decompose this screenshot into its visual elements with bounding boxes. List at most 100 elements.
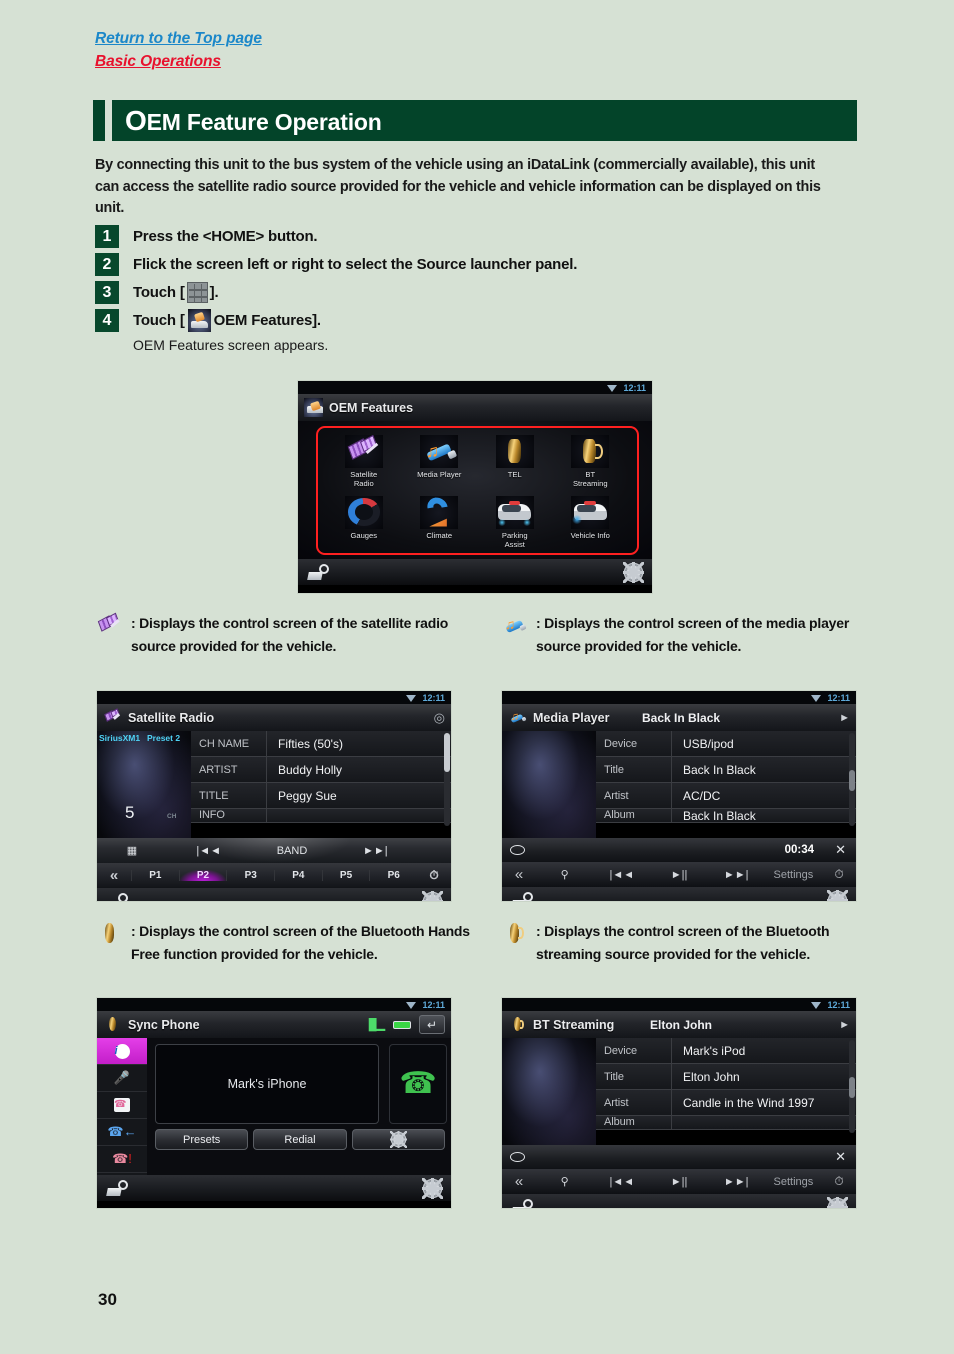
repeat-icon[interactable] xyxy=(510,845,525,855)
info-icon: i xyxy=(114,1043,130,1059)
settings-button[interactable]: Settings xyxy=(765,1176,822,1188)
oem-item-satellite-radio[interactable]: Satellite Radio xyxy=(326,432,402,493)
antenna-icon[interactable]: ◎ xyxy=(434,710,445,726)
screen-footer xyxy=(97,1175,451,1201)
screen-title: OEM Features xyxy=(329,400,414,415)
sidebar-item-incoming-call[interactable]: ☎← xyxy=(97,1119,147,1146)
scrollbar[interactable] xyxy=(444,733,450,826)
wifi-icon xyxy=(406,1001,417,1009)
intro-paragraph: By connecting this unit to the bus syste… xyxy=(95,157,821,216)
gear-icon[interactable] xyxy=(623,561,644,583)
preset-button-6[interactable]: P6 xyxy=(369,870,417,881)
call-button[interactable]: ☎ xyxy=(389,1044,447,1124)
table-row: ARTIST Buddy Holly xyxy=(191,757,451,783)
row-key: Album xyxy=(604,809,635,821)
antenna-icon[interactable]: ⏱ xyxy=(822,867,856,882)
preset-button-3[interactable]: P3 xyxy=(226,870,274,881)
play-pause-button[interactable]: ►|| xyxy=(650,869,707,881)
return-icon[interactable]: ↵ xyxy=(419,1015,445,1034)
row-key: TITLE xyxy=(199,789,229,802)
next-button[interactable]: ►►| xyxy=(708,869,765,881)
basic-operations-link[interactable]: Basic Operations xyxy=(95,53,262,71)
prev-button[interactable]: |◄◄ xyxy=(593,869,650,881)
redial-button[interactable]: Redial xyxy=(253,1129,347,1150)
antenna-icon[interactable]: ⏱ xyxy=(417,868,451,883)
step-4: 4 Touch [ OEM Features]. xyxy=(95,309,875,332)
search-icon[interactable]: ⚲ xyxy=(536,868,593,881)
oem-item-label: Media Player xyxy=(417,470,462,479)
source-list-icon[interactable] xyxy=(307,563,330,581)
description-bt-streaming: : Displays the control screen of the Blu… xyxy=(501,920,881,965)
satellite-radio-icon xyxy=(103,708,122,727)
next-button[interactable]: ►►| xyxy=(708,1176,765,1188)
prev-button[interactable]: |◄◄ xyxy=(593,1176,650,1188)
preset-button-1[interactable]: P1 xyxy=(131,870,179,881)
preset-label: Preset 2 xyxy=(147,733,181,743)
sidebar-item-dialpad[interactable]: ☎ xyxy=(97,1092,147,1119)
back-button[interactable]: « xyxy=(502,866,536,883)
status-bar: 12:11 xyxy=(502,998,856,1011)
step-1: 1 Press the <HOME> button. xyxy=(95,225,875,248)
return-to-top-link[interactable]: Return to the Top page xyxy=(95,30,262,48)
band-button[interactable]: BAND xyxy=(250,845,333,857)
scrollbar[interactable] xyxy=(849,1040,855,1133)
table-row: CH NAME Fifties (50's) xyxy=(191,731,451,757)
call-handset-icon: ☎ xyxy=(399,1067,437,1100)
oem-item-tel[interactable]: TEL xyxy=(477,432,553,493)
settings-button[interactable]: Settings xyxy=(765,869,822,881)
source-list-icon[interactable] xyxy=(106,1179,129,1197)
preset-button-2[interactable]: P2 xyxy=(178,870,227,881)
oem-item-parking-assist[interactable]: Parking Assist xyxy=(477,493,553,554)
oem-item-gauges[interactable]: Gauges xyxy=(326,493,402,554)
source-list-icon[interactable] xyxy=(511,1198,534,1208)
now-playing: Back In Black xyxy=(642,710,721,725)
play-indicator: ► xyxy=(839,1018,850,1031)
oem-item-climate[interactable]: Climate xyxy=(402,493,478,554)
info-area: Device USB/ipod Title Back In Black Arti… xyxy=(502,731,856,843)
screen-header: OEM Features xyxy=(298,394,652,421)
row-key: CH NAME xyxy=(199,737,250,750)
gear-icon[interactable] xyxy=(422,1177,443,1199)
clock: 12:11 xyxy=(623,382,646,393)
next-button[interactable]: ►►| xyxy=(334,845,417,857)
sidebar-item-voice[interactable]: 🎤 xyxy=(97,1065,147,1092)
oem-item-label: Gauges xyxy=(350,530,378,540)
info-rows: CH NAME Fifties (50's) ARTIST Buddy Holl… xyxy=(191,731,451,838)
oem-item-vehicle-info[interactable]: Vehicle Info xyxy=(553,493,629,554)
table-row: Album xyxy=(596,1116,856,1130)
row-key: Device xyxy=(604,1044,638,1057)
gear-icon[interactable] xyxy=(422,890,443,901)
repeat-icon[interactable] xyxy=(510,1152,525,1162)
source-list-icon[interactable] xyxy=(511,891,534,901)
row-key: Album xyxy=(604,1116,635,1128)
screen-header: Satellite Radio ◎ xyxy=(97,704,451,731)
phone-button-row: Presets Redial xyxy=(155,1129,445,1150)
gear-icon[interactable] xyxy=(827,1196,848,1208)
back-button[interactable]: « xyxy=(502,1173,536,1190)
prev-button[interactable]: |◄◄ xyxy=(167,845,250,857)
sidebar-item-info[interactable]: i xyxy=(97,1038,147,1065)
bt-streaming-icon xyxy=(571,435,610,468)
play-pause-button[interactable]: ►|| xyxy=(650,1176,707,1188)
shuffle-icon[interactable]: ✕ xyxy=(835,1149,846,1165)
back-button[interactable]: « xyxy=(97,867,131,884)
gear-icon[interactable] xyxy=(827,889,848,901)
info-rows: Device USB/ipod Title Back In Black Arti… xyxy=(596,731,856,838)
sidebar-item-missed-call[interactable]: ☎! xyxy=(97,1146,147,1173)
table-row: Title Elton John xyxy=(596,1064,856,1090)
oem-item-bt-streaming[interactable]: BT Streaming xyxy=(553,432,629,493)
phone-settings-button[interactable] xyxy=(351,1129,445,1150)
presets-button[interactable]: Presets xyxy=(155,1129,249,1150)
preset-button-4[interactable]: P4 xyxy=(274,870,322,881)
source-list-icon[interactable] xyxy=(106,892,129,901)
oem-item-label: Climate xyxy=(426,530,453,540)
keypad-icon[interactable]: ▦ xyxy=(97,844,167,857)
oem-item-media-player[interactable]: ♫ Media Player xyxy=(402,432,478,493)
screen-footer xyxy=(502,1194,856,1208)
antenna-icon[interactable]: ⏱ xyxy=(822,1174,856,1189)
screen-footer xyxy=(502,887,856,901)
scrollbar[interactable] xyxy=(849,733,855,826)
preset-button-5[interactable]: P5 xyxy=(321,870,370,881)
shuffle-icon[interactable]: ✕ xyxy=(835,842,846,858)
search-icon[interactable]: ⚲ xyxy=(536,1175,593,1188)
